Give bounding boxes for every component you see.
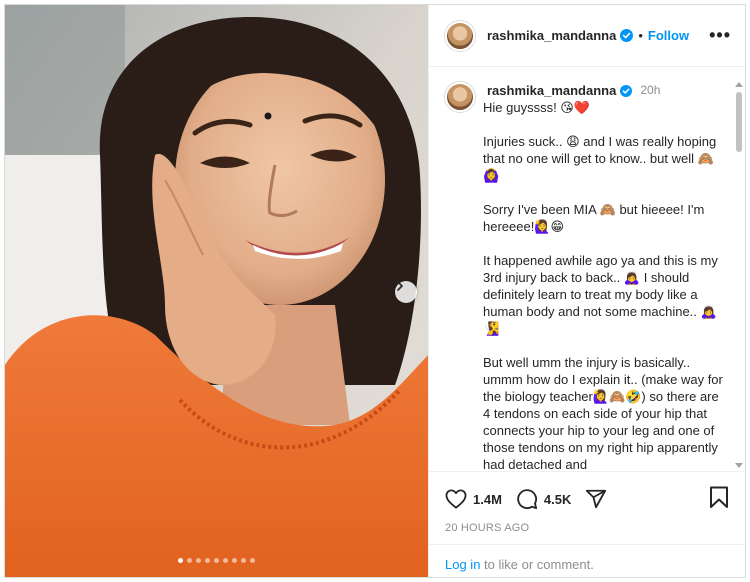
- post-sidebar: rashmika_mandanna • Follow ••• rashmika_…: [428, 5, 745, 577]
- caption-paragraph: It happened awhile ago ya and this is my…: [483, 253, 718, 336]
- carousel-dot: [241, 558, 246, 563]
- portrait-illustration: [5, 5, 428, 577]
- login-prompt-text: to like or comment.: [480, 557, 594, 572]
- carousel-indicator: [5, 558, 428, 563]
- header-username[interactable]: rashmika_mandanna: [487, 28, 616, 43]
- share-button[interactable]: [585, 488, 607, 510]
- carousel-dot: [187, 558, 192, 563]
- caption: rashmika_mandanna 20h Hie guyssss! 😘❤️ I…: [429, 68, 745, 470]
- verified-badge-icon: [620, 29, 634, 42]
- posted-time[interactable]: 20 HOURS AGO: [429, 514, 745, 534]
- caption-paragraph: Sorry I've been MIA 🙈 but hieeee! I'm he…: [483, 202, 705, 234]
- comment-bubble-icon: [517, 489, 537, 510]
- caption-timestamp[interactable]: 20h: [640, 82, 660, 99]
- post-dialog: rashmika_mandanna • Follow ••• rashmika_…: [4, 4, 746, 578]
- caption-first-line: Hie guyssss! 😘❤️: [483, 100, 591, 115]
- post-actions-section: 1.4M 4.5K 20 HOURS AGO Log in to like or…: [429, 471, 745, 577]
- more-options-button[interactable]: •••: [709, 25, 731, 46]
- caption-paragraph: Injuries suck.. 😩 and I was really hopin…: [483, 134, 717, 183]
- like-button[interactable]: 1.4M: [445, 489, 502, 509]
- login-link[interactable]: Log in: [445, 557, 480, 572]
- carousel-dot: [196, 558, 201, 563]
- comment-button[interactable]: 4.5K: [516, 488, 571, 510]
- caption-avatar[interactable]: [445, 82, 475, 112]
- caption-scroll-area[interactable]: rashmika_mandanna 20h Hie guyssss! 😘❤️ I…: [429, 68, 745, 470]
- carousel-dot: [214, 558, 219, 563]
- caption-header: rashmika_mandanna 20h: [483, 82, 723, 99]
- save-button[interactable]: [709, 486, 729, 513]
- carousel-dot: [205, 558, 210, 563]
- action-bar: 1.4M 4.5K: [429, 472, 745, 514]
- caption-paragraph: But well umm the injury is basically.. u…: [483, 355, 723, 470]
- follow-button[interactable]: Follow: [648, 28, 689, 43]
- comment-count[interactable]: 4.5K: [544, 492, 571, 507]
- avatar[interactable]: [445, 20, 475, 51]
- scroll-down-arrow-icon[interactable]: [735, 463, 743, 468]
- paper-plane-icon: [586, 489, 607, 509]
- next-photo-button[interactable]: [395, 281, 417, 303]
- like-count[interactable]: 1.4M: [473, 492, 502, 507]
- chevron-right-icon: [397, 281, 404, 291]
- post-photo[interactable]: [5, 5, 428, 577]
- login-prompt: Log in to like or comment.: [429, 544, 745, 577]
- carousel-dot: [250, 558, 255, 563]
- scrollbar-thumb[interactable]: [736, 92, 742, 152]
- bookmark-icon: [710, 486, 728, 508]
- caption-scrollbar[interactable]: [734, 82, 743, 468]
- heart-icon: [445, 489, 467, 509]
- post-header: rashmika_mandanna • Follow •••: [429, 5, 745, 67]
- carousel-dot: [223, 558, 228, 563]
- carousel-dot: [232, 558, 237, 563]
- verified-badge-icon: [620, 84, 633, 97]
- caption-body: rashmika_mandanna 20h Hie guyssss! 😘❤️ I…: [483, 82, 723, 470]
- carousel-dot: [178, 558, 183, 563]
- caption-username[interactable]: rashmika_mandanna: [487, 82, 616, 99]
- scroll-up-arrow-icon[interactable]: [735, 82, 743, 87]
- separator-dot: •: [638, 28, 643, 43]
